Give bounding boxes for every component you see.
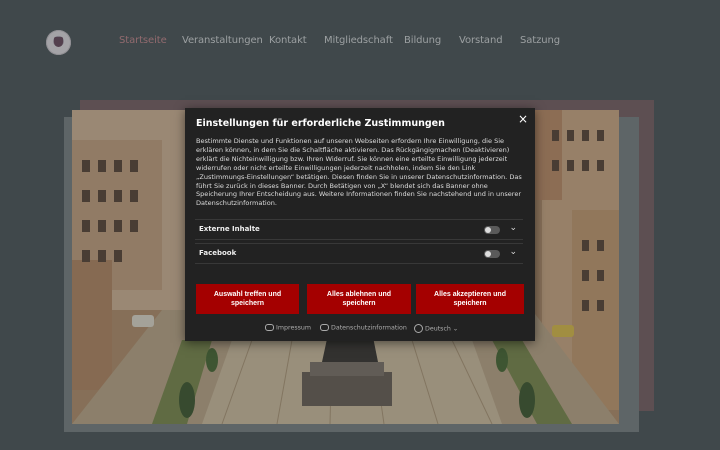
link-icon	[320, 324, 329, 331]
toggle-knob	[485, 251, 491, 257]
select-and-save-button[interactable]: Auswahl treffen und speichern	[196, 284, 299, 314]
consent-toggle[interactable]	[484, 226, 500, 234]
consent-toggle[interactable]	[484, 250, 500, 258]
modal-footer: Impressum Datenschutzinformation Deutsch…	[185, 324, 535, 334]
modal-title: Einstellungen für erforderliche Zustimmu…	[196, 118, 445, 129]
accept-all-button[interactable]: Alles akzeptieren und speichern	[416, 284, 524, 314]
modal-description: Bestimmte Dienste und Funktionen auf uns…	[196, 137, 522, 208]
consent-row-facebook[interactable]: Facebook ⌄	[195, 243, 523, 264]
language-selector[interactable]: Deutsch ⌄	[414, 324, 458, 333]
reject-all-button[interactable]: Alles ablehnen und speichern	[307, 284, 411, 314]
privacy-link[interactable]: Datenschutzinformation	[320, 324, 407, 332]
chevron-down-icon[interactable]: ⌄	[509, 247, 517, 257]
consent-label: Externe Inhalte	[199, 225, 260, 233]
close-icon[interactable]: ×	[516, 112, 530, 126]
impressum-link[interactable]: Impressum	[265, 324, 311, 332]
chevron-down-icon[interactable]: ⌄	[509, 223, 517, 233]
consent-modal: × Einstellungen für erforderliche Zustim…	[185, 108, 535, 341]
link-icon	[265, 324, 274, 331]
consent-label: Facebook	[199, 249, 237, 257]
consent-row-externe-inhalte[interactable]: Externe Inhalte ⌄	[195, 219, 523, 240]
globe-icon	[414, 324, 423, 333]
toggle-knob	[485, 227, 491, 233]
